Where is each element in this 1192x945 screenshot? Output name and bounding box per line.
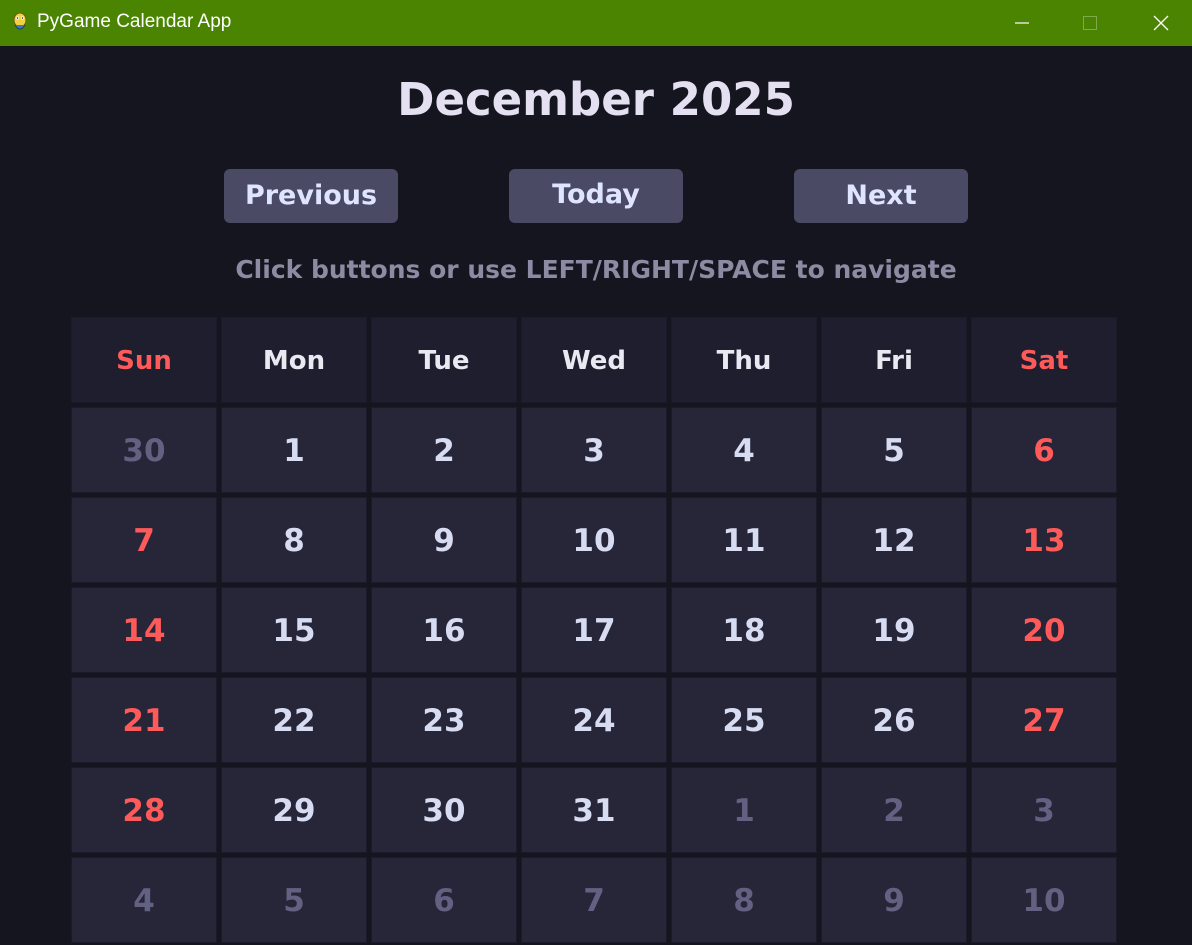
- day-cell-other-month[interactable]: 8: [671, 857, 817, 943]
- day-cell[interactable]: 26: [821, 677, 967, 763]
- day-cell[interactable]: 11: [671, 497, 817, 583]
- day-cell-other-month[interactable]: 30: [71, 407, 217, 493]
- day-cell[interactable]: 14: [71, 587, 217, 673]
- day-cell-other-month[interactable]: 5: [221, 857, 367, 943]
- day-cell[interactable]: 18: [671, 587, 817, 673]
- pygame-snake-icon: [13, 12, 27, 30]
- day-cell-other-month[interactable]: 6: [371, 857, 517, 943]
- day-cell[interactable]: 23: [371, 677, 517, 763]
- close-icon: [1153, 15, 1169, 31]
- day-cell[interactable]: 30: [371, 767, 517, 853]
- day-cell[interactable]: 21: [71, 677, 217, 763]
- day-cell[interactable]: 15: [221, 587, 367, 673]
- instructions-text: Click buttons or use LEFT/RIGHT/SPACE to…: [235, 255, 957, 284]
- day-cell-other-month[interactable]: 1: [671, 767, 817, 853]
- day-cell[interactable]: 13: [971, 497, 1117, 583]
- day-cell[interactable]: 25: [671, 677, 817, 763]
- day-cell[interactable]: 31: [521, 767, 667, 853]
- day-cell[interactable]: 17: [521, 587, 667, 673]
- maximize-icon: [1083, 16, 1097, 30]
- day-cell-other-month[interactable]: 3: [971, 767, 1117, 853]
- weekday-header-sun: Sun: [71, 317, 217, 403]
- window-titlebar: PyGame Calendar App: [0, 0, 1192, 46]
- app-content: December 2025 Previous Today Next Click …: [0, 46, 1192, 945]
- day-cell[interactable]: 1: [221, 407, 367, 493]
- day-cell[interactable]: 20: [971, 587, 1117, 673]
- day-cell[interactable]: 9: [371, 497, 517, 583]
- weekday-header-tue: Tue: [371, 317, 517, 403]
- maximize-button[interactable]: [1067, 0, 1113, 46]
- today-button[interactable]: Today: [509, 169, 683, 223]
- day-cell[interactable]: 29: [221, 767, 367, 853]
- day-cell-other-month[interactable]: 2: [821, 767, 967, 853]
- day-cell[interactable]: 7: [71, 497, 217, 583]
- day-cell[interactable]: 16: [371, 587, 517, 673]
- day-cell[interactable]: 3: [521, 407, 667, 493]
- day-cell[interactable]: 5: [821, 407, 967, 493]
- day-cell[interactable]: 19: [821, 587, 967, 673]
- month-title: December 2025: [397, 73, 795, 126]
- day-cell[interactable]: 12: [821, 497, 967, 583]
- day-cell[interactable]: 2: [371, 407, 517, 493]
- weekday-header-sat: Sat: [971, 317, 1117, 403]
- day-cell[interactable]: 28: [71, 767, 217, 853]
- weekday-header-fri: Fri: [821, 317, 967, 403]
- day-cell[interactable]: 24: [521, 677, 667, 763]
- minimize-button[interactable]: [999, 0, 1045, 46]
- close-button[interactable]: [1138, 0, 1184, 46]
- day-cell[interactable]: 6: [971, 407, 1117, 493]
- day-cell-other-month[interactable]: 7: [521, 857, 667, 943]
- weekday-header-mon: Mon: [221, 317, 367, 403]
- day-cell[interactable]: 27: [971, 677, 1117, 763]
- day-cell-other-month[interactable]: 4: [71, 857, 217, 943]
- day-cell[interactable]: 22: [221, 677, 367, 763]
- window-title: PyGame Calendar App: [37, 11, 232, 32]
- day-cell[interactable]: 4: [671, 407, 817, 493]
- next-button[interactable]: Next: [794, 169, 968, 223]
- day-cell[interactable]: 8: [221, 497, 367, 583]
- weekday-header-wed: Wed: [521, 317, 667, 403]
- day-cell-other-month[interactable]: 9: [821, 857, 967, 943]
- minimize-icon: [1015, 22, 1029, 24]
- previous-button[interactable]: Previous: [224, 169, 398, 223]
- day-cell[interactable]: 10: [521, 497, 667, 583]
- day-cell-other-month[interactable]: 10: [971, 857, 1117, 943]
- weekday-header-thu: Thu: [671, 317, 817, 403]
